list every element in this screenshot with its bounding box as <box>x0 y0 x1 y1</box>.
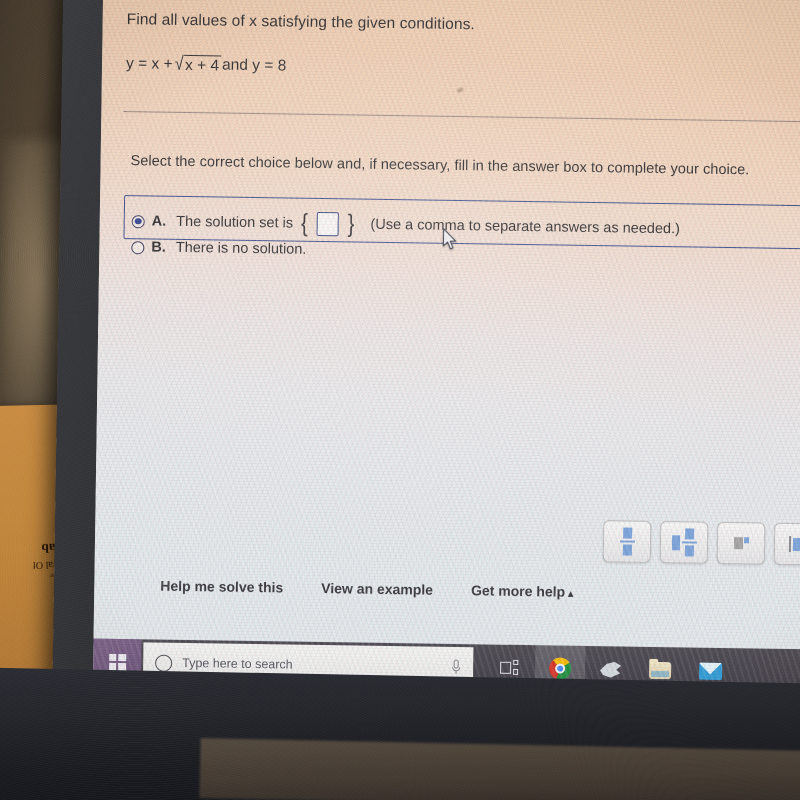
choice-text-b: There is no solution. <box>175 239 307 258</box>
search-input[interactable]: Type here to search <box>182 656 293 672</box>
microphone-icon[interactable] <box>451 659 461 675</box>
choice-row-b[interactable]: B. There is no solution. <box>131 239 307 258</box>
palette-fraction-button[interactable] <box>602 520 652 563</box>
palette-mixed-number-button[interactable] <box>659 521 709 564</box>
mixed-number-icon <box>671 528 697 557</box>
exponent-icon <box>733 537 749 550</box>
get-more-help-label: Get more help <box>470 582 566 600</box>
choice-letter-b: B. <box>151 239 166 256</box>
photo-of-laptop-screen: Ph 554 e 2021 0-8177654301-1 mber 30, 20… <box>0 0 800 800</box>
palette-exponent-button[interactable] <box>716 521 766 565</box>
choice-text-a: The solution set is <box>176 213 294 232</box>
palette-absolute-value-button[interactable] <box>773 522 800 566</box>
choice-instruction: Select the correct choice below and, if … <box>130 153 750 179</box>
folder-icon <box>649 661 672 679</box>
math-palette <box>602 520 800 566</box>
caret-up-icon: ▴ <box>568 588 574 600</box>
view-an-example-link[interactable]: View an example <box>321 580 433 598</box>
cortana-icon[interactable] <box>155 654 173 672</box>
absolute-value-icon <box>788 535 800 552</box>
square-root-expression: √ x + 4 <box>173 53 222 76</box>
brace-open-icon: { <box>300 209 308 237</box>
footer-links: Help me solve this View an example Get m… <box>160 578 573 600</box>
windows-logo-icon <box>108 653 126 671</box>
exercise-content: Find all values of x satisfying the give… <box>92 0 800 696</box>
equation-lead: y = x + <box>125 54 173 73</box>
brace-close-icon: } <box>347 210 355 238</box>
radio-button-a[interactable] <box>131 214 145 228</box>
envelope-icon <box>698 662 722 680</box>
equation-trail: and y = 8 <box>221 56 287 74</box>
question-prompt: Find all values of x satisfying the give… <box>126 11 476 34</box>
radical-icon: √ <box>174 53 184 75</box>
laptop-screen: Find all values of x satisfying the give… <box>92 0 800 696</box>
help-me-solve-this-link[interactable]: Help me solve this <box>160 578 283 596</box>
task-view-icon <box>500 659 520 676</box>
section-divider <box>123 111 800 123</box>
choice-hint-a: (Use a comma to separate answers as need… <box>370 216 681 238</box>
answer-input-a[interactable] <box>316 211 339 237</box>
bird-icon <box>599 660 621 678</box>
get-more-help-link[interactable]: Get more help ▴ <box>471 582 573 600</box>
radio-button-b[interactable] <box>131 240 145 254</box>
choice-letter-a: A. <box>151 213 167 230</box>
question-equation: y = x + √ x + 4 and y = 8 <box>126 53 287 76</box>
chrome-icon <box>548 657 572 680</box>
radicand: x + 4 <box>183 54 222 76</box>
fraction-icon <box>619 527 635 556</box>
